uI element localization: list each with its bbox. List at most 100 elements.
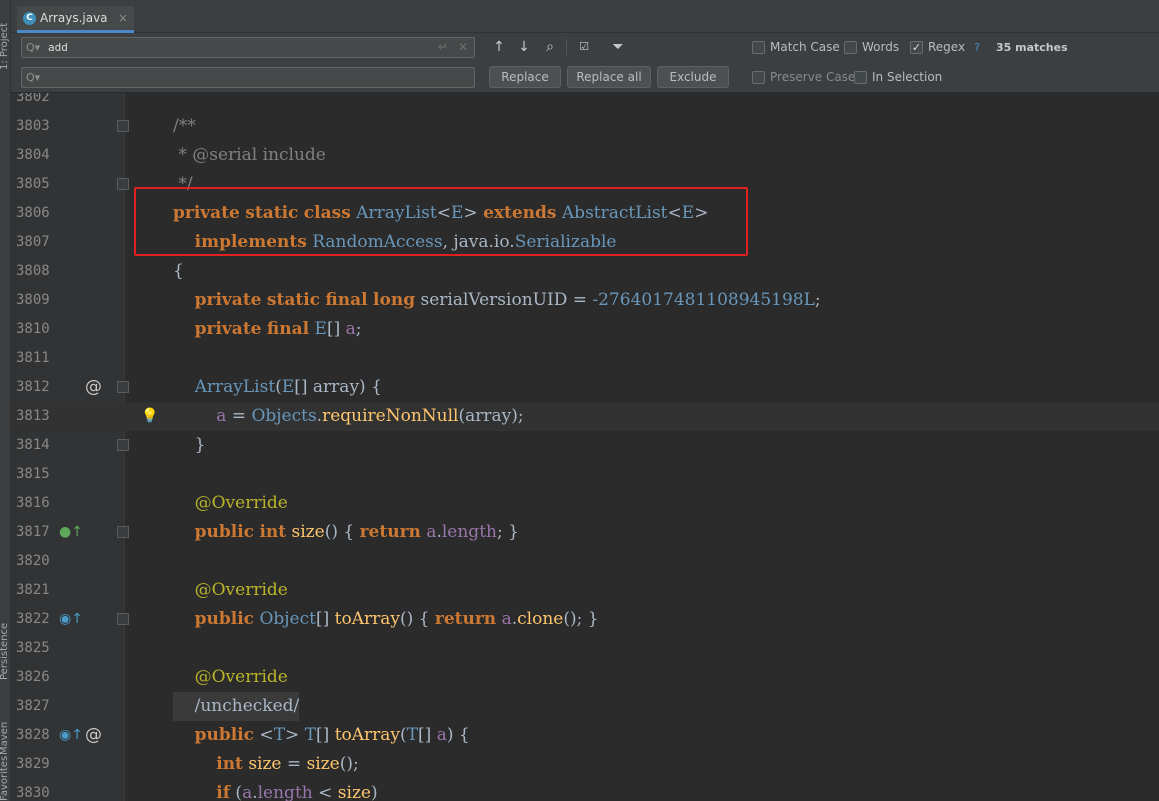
code-line[interactable]: 3830 if (a.length < size) bbox=[11, 779, 1159, 801]
code-line[interactable]: 3816 @Override bbox=[11, 489, 1159, 518]
annotation-highlight-box bbox=[134, 187, 748, 256]
line-number: 3806 bbox=[16, 205, 50, 221]
in-selection-option[interactable]: In Selection bbox=[854, 70, 942, 84]
previous-occurrence-icon[interactable]: ↑ bbox=[489, 37, 509, 57]
search-history-icon[interactable]: Q▾ bbox=[26, 41, 48, 54]
line-code: a = Objects.requireNonNull(array); bbox=[216, 406, 524, 426]
line-code: private static final long serialVersionU… bbox=[194, 290, 821, 310]
line-number: 3804 bbox=[16, 147, 50, 163]
code-line[interactable]: 3810 private final E[] a; bbox=[11, 315, 1159, 344]
code-line[interactable]: 3829 int size = size(); bbox=[11, 750, 1159, 779]
expand-icon[interactable] bbox=[117, 613, 129, 625]
toolbar-separator bbox=[566, 39, 567, 55]
line-number: 3813 bbox=[16, 408, 50, 424]
tab-title: Arrays.java bbox=[40, 11, 108, 25]
match-case-label: Match Case bbox=[770, 40, 840, 54]
code-line[interactable]: 3827 /unchecked/ bbox=[11, 692, 1159, 721]
line-code: ArrayList(E[] array) { bbox=[194, 377, 382, 397]
line-code: /unchecked/ bbox=[173, 692, 300, 721]
line-number: 3826 bbox=[16, 669, 50, 685]
line-code: public Object[] toArray() { return a.clo… bbox=[194, 609, 599, 629]
lightbulb-icon[interactable]: 💡 bbox=[141, 402, 158, 431]
replace-all-button[interactable]: Replace all bbox=[567, 66, 651, 88]
replace-history-icon[interactable]: Q▾ bbox=[26, 71, 48, 84]
line-code: private final E[] a; bbox=[194, 319, 362, 339]
code-line[interactable]: 3822 ◉↑ public Object[] toArray() { retu… bbox=[11, 605, 1159, 634]
code-line[interactable]: 3812 @ ArrayList(E[] array) { bbox=[11, 373, 1159, 402]
filter-icon[interactable]: ⏷ bbox=[608, 37, 628, 57]
code-line[interactable]: 3828 ◉↑ @ public <T> T[] toArray(T[] a) … bbox=[11, 721, 1159, 750]
line-number: 3811 bbox=[16, 350, 50, 366]
fold-icon[interactable] bbox=[117, 178, 129, 190]
at-sign-icon[interactable]: @ bbox=[85, 373, 102, 402]
replace-input[interactable]: Q▾ bbox=[21, 67, 475, 88]
match-count: 35 matches bbox=[996, 41, 1068, 54]
line-number: 3816 bbox=[16, 495, 50, 511]
editor-tab-bar: C Arrays.java × bbox=[11, 0, 1159, 33]
line-code: if (a.length < size) bbox=[216, 783, 378, 801]
line-code: @Override bbox=[173, 493, 288, 513]
line-number: 3815 bbox=[16, 466, 50, 482]
code-line[interactable]: 3815 bbox=[11, 460, 1159, 489]
close-icon[interactable]: × bbox=[118, 11, 128, 25]
code-line[interactable]: 3811 bbox=[11, 344, 1159, 373]
fold-icon[interactable] bbox=[117, 381, 129, 393]
code-line[interactable]: 3814 } bbox=[11, 431, 1159, 460]
persistence-tool-button[interactable]: Persistence bbox=[0, 623, 10, 680]
line-number: 3809 bbox=[16, 292, 50, 308]
code-line-current[interactable]: 3813 💡 a = Objects.requireNonNull(array)… bbox=[11, 402, 1159, 431]
line-number: 3802 bbox=[16, 93, 50, 105]
overriding-method-icon[interactable]: ◉↑ bbox=[59, 721, 83, 750]
line-code: /** bbox=[173, 116, 196, 136]
expand-icon[interactable] bbox=[117, 526, 129, 538]
in-selection-label: In Selection bbox=[872, 70, 943, 84]
exclude-button[interactable]: Exclude bbox=[657, 66, 729, 88]
fold-icon[interactable] bbox=[117, 120, 129, 132]
find-all-icon[interactable]: ⌕ bbox=[540, 37, 560, 57]
left-tool-strip: 1: Project Persistence Maven Favorites bbox=[0, 0, 11, 801]
search-input[interactable]: Q▾ add ↵ ✕ bbox=[21, 37, 475, 58]
tab-arrays-java[interactable]: C Arrays.java × bbox=[17, 6, 134, 33]
line-code: public int size() { return a.length; } bbox=[194, 522, 519, 542]
replace-button[interactable]: Replace bbox=[489, 66, 561, 88]
next-occurrence-icon[interactable]: ↓ bbox=[514, 37, 534, 57]
line-number: 3825 bbox=[16, 640, 50, 656]
overriding-method-icon[interactable]: ◉↑ bbox=[59, 605, 83, 634]
code-line[interactable]: 3804 * @serial include bbox=[11, 141, 1159, 170]
match-case-option[interactable]: Match Case bbox=[752, 40, 840, 54]
code-line[interactable]: 3803 /** bbox=[11, 112, 1159, 141]
implementing-method-icon[interactable]: ●↑ bbox=[59, 518, 83, 547]
preserve-case-option[interactable]: Preserve Case bbox=[752, 70, 855, 84]
select-all-occurrences-icon[interactable]: ☑ bbox=[574, 37, 594, 57]
code-line[interactable]: 3820 bbox=[11, 547, 1159, 576]
line-number: 3828 bbox=[16, 727, 50, 743]
in-selection-checkbox[interactable] bbox=[854, 70, 867, 84]
regex-help-icon[interactable]: ? bbox=[974, 41, 980, 54]
code-line[interactable]: 3802 bbox=[11, 93, 1159, 112]
preserve-case-checkbox[interactable] bbox=[752, 70, 765, 84]
newline-icon[interactable]: ↵ bbox=[438, 40, 448, 54]
code-line[interactable]: 3825 bbox=[11, 634, 1159, 663]
clear-search-icon[interactable]: ✕ bbox=[458, 40, 468, 54]
line-number: 3808 bbox=[16, 263, 50, 279]
code-line[interactable]: 3808 { bbox=[11, 257, 1159, 286]
code-editor[interactable]: 3802 3803 /** 3804 * @serial include 380… bbox=[11, 93, 1159, 801]
words-option[interactable]: Words bbox=[844, 40, 899, 54]
line-code: int size = size(); bbox=[216, 754, 359, 774]
project-tool-button[interactable]: 1: Project bbox=[0, 23, 10, 70]
search-value: add bbox=[48, 41, 68, 54]
match-case-checkbox[interactable] bbox=[752, 40, 765, 54]
code-line[interactable]: 3826 @Override bbox=[11, 663, 1159, 692]
maven-tool-button[interactable]: Maven bbox=[0, 722, 10, 755]
regex-checkbox[interactable]: ✓ bbox=[910, 40, 923, 54]
at-sign-icon[interactable]: @ bbox=[85, 721, 102, 750]
line-number: 3803 bbox=[16, 118, 50, 134]
favorites-tool-button[interactable]: Favorites bbox=[0, 756, 10, 801]
line-number: 3829 bbox=[16, 756, 50, 772]
code-line[interactable]: 3809 private static final long serialVer… bbox=[11, 286, 1159, 315]
regex-option[interactable]: ✓ Regex ? bbox=[910, 40, 980, 54]
code-line[interactable]: 3817 ●↑ public int size() { return a.len… bbox=[11, 518, 1159, 547]
words-checkbox[interactable] bbox=[844, 40, 857, 54]
code-line[interactable]: 3821 @Override bbox=[11, 576, 1159, 605]
fold-icon[interactable] bbox=[117, 439, 129, 451]
